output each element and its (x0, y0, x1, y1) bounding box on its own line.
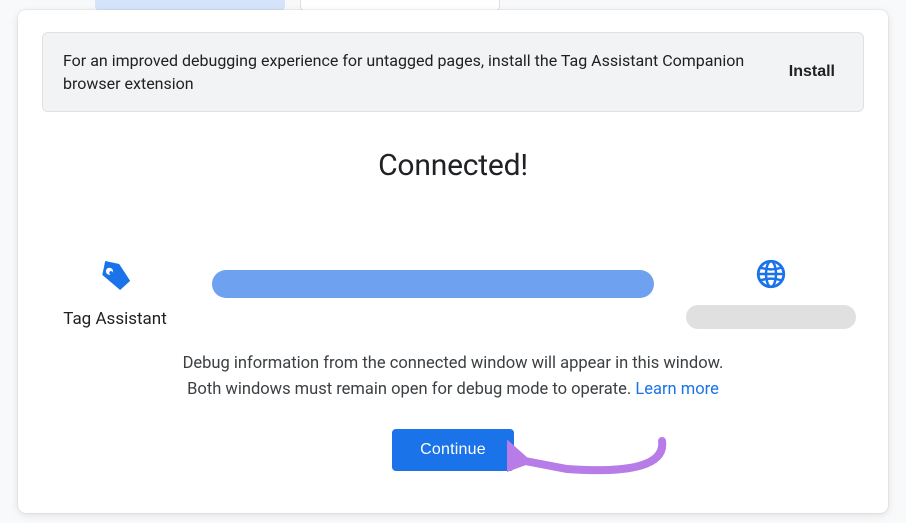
description-line-1: Debug information from the connected win… (183, 354, 724, 373)
description-line-2: Both windows must remain open for debug … (187, 380, 635, 399)
arrow-annotation (507, 431, 687, 491)
learn-more-link[interactable]: Learn more (635, 380, 718, 399)
continue-button[interactable]: Continue (392, 429, 514, 471)
continue-wrap: Continue (42, 429, 864, 471)
endpoint-tag-assistant: Tag Assistant (50, 257, 180, 329)
endpoint-site (686, 257, 856, 329)
tag-icon (96, 257, 134, 295)
connection-row: Tag Assistant (42, 257, 864, 329)
banner-message: For an improved debugging experience for… (63, 49, 761, 95)
description-text: Debug information from the connected win… (42, 351, 864, 402)
site-url-placeholder (686, 305, 856, 329)
page-title: Connected! (42, 148, 864, 183)
connection-bar (212, 270, 654, 298)
install-button[interactable]: Install (781, 59, 843, 85)
globe-icon (754, 257, 788, 291)
install-banner: For an improved debugging experience for… (42, 32, 864, 112)
endpoint-left-label: Tag Assistant (63, 309, 167, 329)
connected-dialog: For an improved debugging experience for… (18, 10, 888, 513)
